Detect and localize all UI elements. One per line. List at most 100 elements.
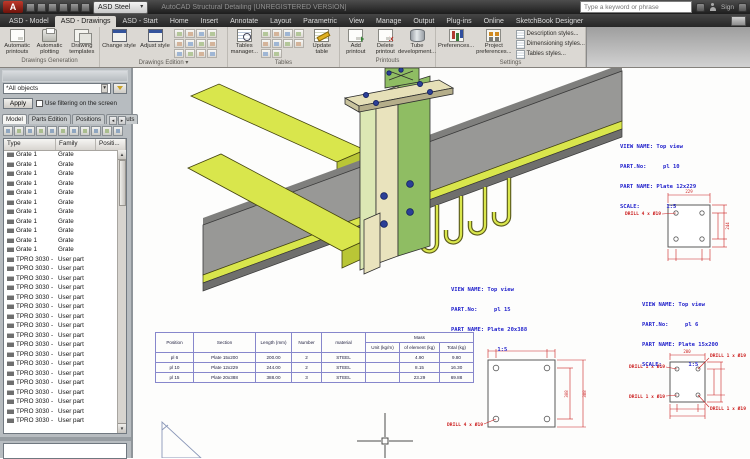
- automatic-plotting-button[interactable]: Automatic plotting: [34, 28, 64, 56]
- list-item[interactable]: TPRO 3030 - User part: [4, 283, 117, 293]
- list-item[interactable]: TPRO 3030 - User part: [4, 255, 117, 265]
- steel-model-3d[interactable]: [187, 68, 623, 292]
- ribbon-tab[interactable]: SketchBook Designer: [510, 16, 589, 27]
- list-item[interactable]: TPRO 3030 - User part: [4, 293, 117, 303]
- help-icon[interactable]: [738, 2, 747, 12]
- ribbon-tab[interactable]: Parametric: [297, 16, 343, 27]
- tube-development-button[interactable]: Tube development...: [398, 28, 436, 56]
- ribbon-tab[interactable]: Layout: [264, 16, 297, 27]
- list-item[interactable]: Grate 1 Grate: [4, 226, 117, 236]
- palette-splitter[interactable]: [0, 437, 131, 441]
- list-item[interactable]: TPRO 3030 - User part: [4, 359, 117, 369]
- list-item[interactable]: TPRO 3030 - User part: [4, 388, 117, 398]
- ribbon-tab[interactable]: View: [343, 16, 370, 27]
- ribbon-tab[interactable]: Home: [164, 16, 195, 27]
- automatic-printouts-button[interactable]: Automatic printouts: [2, 28, 32, 56]
- ribbon-tool-icon[interactable]: [282, 39, 293, 48]
- list-item[interactable]: Grate 1 Grate: [4, 236, 117, 246]
- tab-scroll-left-icon[interactable]: ◂: [109, 116, 117, 125]
- panel-label-drawings-generation[interactable]: Drawings Generation: [0, 57, 99, 67]
- ribbon-tool-icon[interactable]: [207, 49, 217, 58]
- panel-label-tables[interactable]: Tables: [228, 59, 339, 67]
- list-item[interactable]: TPRO 3030 - User part: [4, 350, 117, 360]
- ribbon-tool-icon[interactable]: [174, 39, 184, 48]
- palette-tab[interactable]: Parts Edition: [27, 114, 71, 124]
- list-item[interactable]: TPRO 3030 - User part: [4, 312, 117, 322]
- apply-button[interactable]: Apply: [3, 97, 33, 109]
- ribbon-tool-icon[interactable]: [185, 49, 195, 58]
- palette-tool-icon[interactable]: [25, 126, 35, 136]
- update-table-button[interactable]: Update table: [307, 28, 337, 56]
- adjust-style-button[interactable]: Adjust style: [138, 28, 172, 49]
- palette-tool-icon[interactable]: [14, 126, 24, 136]
- save-icon[interactable]: [48, 2, 57, 12]
- list-item[interactable]: Grate 1 Grate: [4, 188, 117, 198]
- list-item[interactable]: TPRO 3030 - User part: [4, 407, 117, 417]
- palette-tool-icon[interactable]: [36, 126, 46, 136]
- list-item[interactable]: Grate 1 Grate: [4, 169, 117, 179]
- palette-tool-icon[interactable]: [91, 126, 101, 136]
- list-item[interactable]: TPRO 3030 - User part: [4, 331, 117, 341]
- list-item[interactable]: TPRO 3030 - User part: [4, 416, 117, 426]
- list-item[interactable]: TPRO 3030 - User part: [4, 302, 117, 312]
- object-filter-dropdown[interactable]: *All objects ▾: [3, 83, 111, 94]
- preferences-button[interactable]: Preferences...: [438, 28, 474, 49]
- ribbon-tab[interactable]: ASD - Model: [3, 16, 55, 27]
- search-icon[interactable]: [695, 2, 705, 12]
- list-scrollbar[interactable]: ▲ ▼: [117, 150, 126, 433]
- panel-label-printouts[interactable]: Printouts: [340, 57, 435, 67]
- list-item[interactable]: Grate 1 Grate: [4, 198, 117, 208]
- open-file-icon[interactable]: [37, 2, 46, 12]
- scroll-up-icon[interactable]: ▲: [118, 150, 126, 160]
- ribbon-tab[interactable]: Online: [478, 16, 510, 27]
- panel-label-settings[interactable]: Settings: [436, 59, 585, 68]
- ribbon-tool-icon[interactable]: [185, 39, 195, 48]
- list-item[interactable]: Grate 1 Grate: [4, 207, 117, 217]
- settings-menu-item[interactable]: Description styles...: [515, 29, 585, 39]
- palette-tool-icon[interactable]: [80, 126, 90, 136]
- palette-tab[interactable]: Positions: [71, 114, 106, 124]
- ribbon-tool-icon[interactable]: [174, 29, 184, 38]
- scrollbar-thumb[interactable]: [118, 160, 126, 206]
- list-item[interactable]: TPRO 3030 - User part: [4, 321, 117, 331]
- ribbon-tool-icon[interactable]: [207, 29, 217, 38]
- settings-menu-item[interactable]: Dimensioning styles...: [515, 39, 585, 49]
- palette-tool-icon[interactable]: [113, 126, 123, 136]
- ribbon-tool-icon[interactable]: [271, 39, 282, 48]
- ribbon-tool-icon[interactable]: [196, 49, 206, 58]
- scroll-down-icon[interactable]: ▼: [118, 423, 126, 433]
- palette-header[interactable]: [2, 70, 128, 82]
- redo-icon[interactable]: [81, 2, 90, 12]
- ribbon-tool-icon[interactable]: [185, 29, 195, 38]
- list-item[interactable]: TPRO 3030 - User part: [4, 264, 117, 274]
- ribbon-tool-icon[interactable]: [271, 29, 282, 38]
- column-header-family[interactable]: Family: [56, 139, 96, 150]
- search-input[interactable]: [579, 1, 692, 13]
- palette-tool-icon[interactable]: [58, 126, 68, 136]
- palette-tool-icon[interactable]: [47, 126, 57, 136]
- palette-tab[interactable]: Model: [2, 114, 27, 124]
- drawing-templates-button[interactable]: Drawing templates: [67, 28, 97, 56]
- ribbon-tab[interactable]: Annotate: [224, 16, 264, 27]
- ribbon-tool-icon[interactable]: [196, 39, 206, 48]
- list-item[interactable]: Grate 1 Grate: [4, 217, 117, 227]
- ribbon-tab[interactable]: ASD - Start: [116, 16, 163, 27]
- ribbon-tool-icon[interactable]: [207, 39, 217, 48]
- list-item[interactable]: Grate 1 Grate: [4, 245, 117, 255]
- ribbon-tab[interactable]: ASD - Drawings: [54, 16, 117, 27]
- ribbon-tab[interactable]: Manage: [370, 16, 407, 27]
- delete-printout-button[interactable]: × Delete printout: [372, 28, 400, 56]
- ribbon-tool-icon[interactable]: [260, 49, 271, 58]
- ribbon-tab[interactable]: Insert: [195, 16, 225, 27]
- undo-icon[interactable]: [70, 2, 79, 12]
- list-item[interactable]: TPRO 3030 - User part: [4, 369, 117, 379]
- column-header-type[interactable]: Type: [4, 139, 56, 150]
- change-style-button[interactable]: Change style: [102, 28, 136, 49]
- project-preferences-button[interactable]: Project preferences...: [476, 28, 512, 56]
- palette-tool-icon[interactable]: [69, 126, 79, 136]
- plot-icon[interactable]: [59, 2, 68, 12]
- ribbon-tool-icon[interactable]: [282, 29, 293, 38]
- tables-manager-button[interactable]: Tables manager...: [230, 28, 259, 56]
- panel-label-drawings-edition[interactable]: Drawings Edition ▾: [100, 59, 227, 67]
- ribbon-tool-icon[interactable]: [260, 29, 271, 38]
